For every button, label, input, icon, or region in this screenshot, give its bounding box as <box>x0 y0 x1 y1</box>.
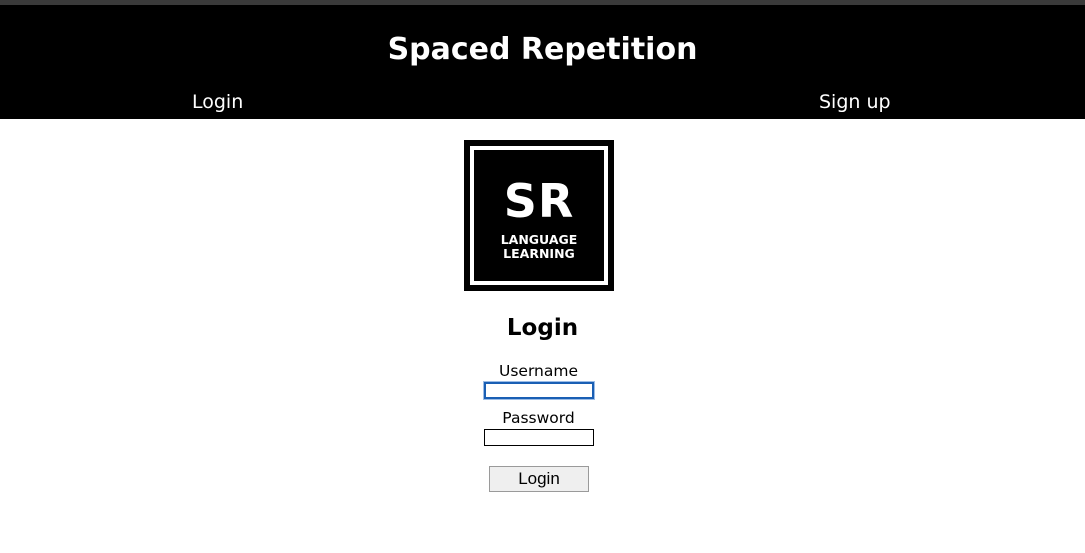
sr-logo: SR LANGUAGE LEARNING <box>464 140 614 291</box>
password-label: Password <box>502 409 575 427</box>
login-submit-button[interactable]: Login <box>489 466 589 492</box>
username-label: Username <box>498 362 578 380</box>
nav-signup-link[interactable]: Sign up <box>819 91 891 113</box>
login-form-title: Login <box>506 315 579 341</box>
site-title: Spaced Repetition <box>387 32 698 67</box>
nav-login-link[interactable]: Login <box>192 91 243 113</box>
site-header: Spaced Repetition Login Sign up <box>0 5 1085 119</box>
logo-subtitle-line1: LANGUAGE <box>500 232 578 247</box>
username-input[interactable] <box>484 382 594 399</box>
password-input[interactable] <box>484 429 594 446</box>
logo-subtitle: LANGUAGE LEARNING <box>464 233 614 261</box>
logo-initials: SR <box>503 174 575 228</box>
logo-subtitle-line2: LEARNING <box>503 246 575 261</box>
